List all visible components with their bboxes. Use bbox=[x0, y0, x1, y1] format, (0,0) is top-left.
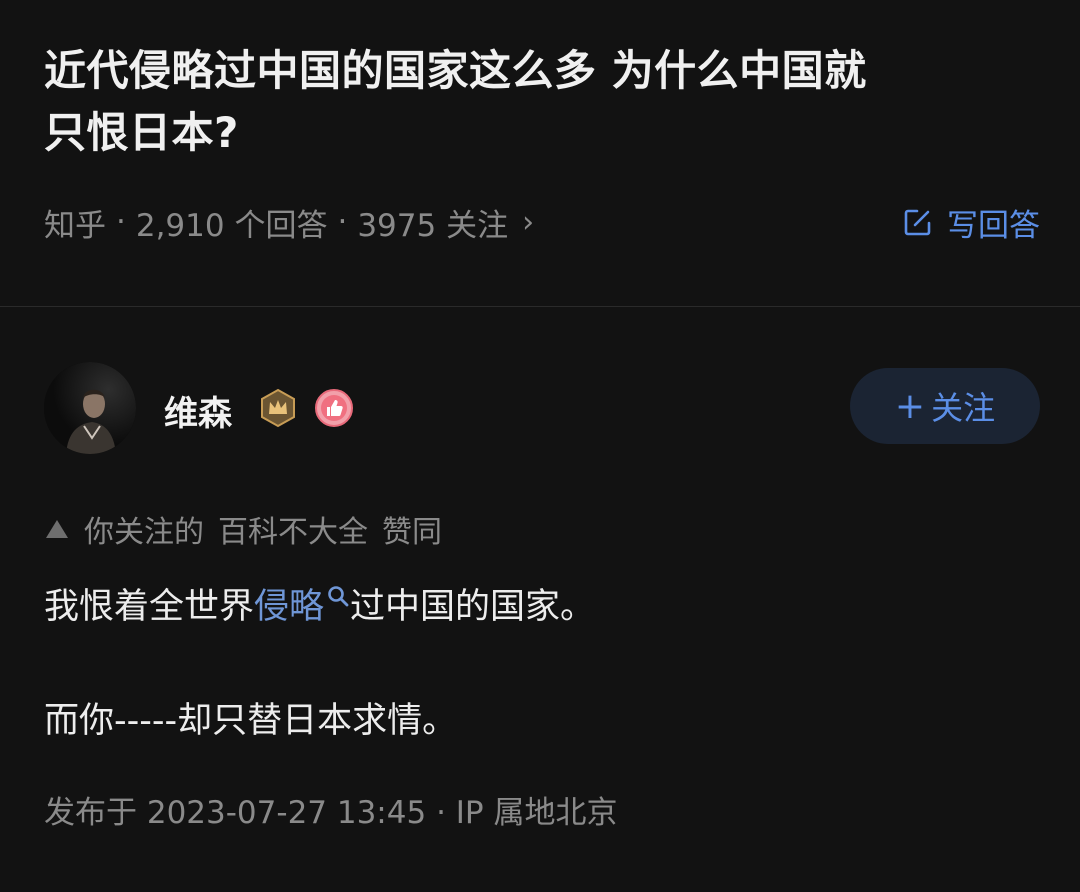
chevron-right-icon: › bbox=[522, 204, 535, 240]
edit-icon bbox=[904, 209, 931, 236]
answer-text: 过中国的国家。 bbox=[350, 587, 596, 627]
author-row: 维森 + 关注 bbox=[44, 362, 1040, 454]
follower-count: 3975 关注 bbox=[357, 207, 509, 244]
answer-content[interactable]: 我恨着全世界侵略 过中国的国家。 而你-----却只替日本求情。 bbox=[44, 582, 1034, 746]
question-title[interactable]: 近代侵略过中国的国家这么多 为什么中国就 只恨日本? bbox=[44, 40, 1034, 164]
author-name[interactable]: 维森 bbox=[164, 386, 232, 435]
question-title-line2: 只恨日本? bbox=[44, 108, 239, 157]
follow-button[interactable]: + 关注 bbox=[850, 368, 1040, 444]
answer-text: 我恨着全世界 bbox=[44, 587, 255, 627]
vote-action: 赞同 bbox=[382, 515, 442, 550]
follow-label: 关注 bbox=[931, 389, 996, 427]
separator-dot: · bbox=[337, 204, 348, 240]
avatar-image bbox=[44, 362, 136, 454]
write-answer-label: 写回答 bbox=[947, 207, 1040, 244]
vote-prefix: 你关注的 bbox=[84, 515, 204, 550]
answer-count: 2,910 个回答 bbox=[135, 207, 328, 244]
publish-time: 发布于 2023-07-27 13:45 bbox=[44, 795, 427, 831]
question-meta: 知乎 · 2,910 个回答 · 3975 关注 › 写回答 bbox=[44, 200, 1040, 245]
write-answer-button[interactable]: 写回答 bbox=[903, 200, 1040, 245]
plus-icon: + bbox=[894, 385, 926, 427]
keyword-text: 侵略 bbox=[254, 587, 325, 627]
crown-badge-icon[interactable] bbox=[258, 388, 298, 428]
search-keyword-link[interactable]: 侵略 bbox=[254, 586, 350, 627]
vote-user[interactable]: 百科不大全 bbox=[218, 507, 368, 551]
thumbs-up-badge-icon[interactable] bbox=[314, 388, 354, 428]
separator-dot: · bbox=[116, 204, 126, 240]
separator-dot: · bbox=[436, 795, 456, 831]
question-title-line1: 近代侵略过中国的国家这么多 为什么中国就 bbox=[44, 46, 867, 95]
section-divider bbox=[0, 306, 1080, 307]
ip-location: IP 属地北京 bbox=[455, 795, 618, 831]
question-header: 近代侵略过中国的国家这么多 为什么中国就 只恨日本? 知乎 · 2,910 个回… bbox=[44, 40, 1040, 244]
source-label: 知乎 bbox=[44, 207, 106, 244]
search-icon bbox=[328, 586, 349, 607]
upvote-triangle-icon bbox=[46, 520, 68, 538]
answer-paragraph-2: 而你-----却只替日本求情。 bbox=[44, 701, 458, 741]
answer-paragraph-1: 我恨着全世界侵略 过中国的国家。 bbox=[44, 582, 1034, 632]
publish-info: 发布于 2023-07-27 13:45 · IP 属地北京 bbox=[44, 787, 617, 832]
avatar[interactable] bbox=[44, 362, 136, 454]
question-stats[interactable]: 知乎 · 2,910 个回答 · 3975 关注 › bbox=[44, 200, 534, 245]
vote-info: 你关注的 百科不大全 赞同 bbox=[44, 507, 442, 551]
